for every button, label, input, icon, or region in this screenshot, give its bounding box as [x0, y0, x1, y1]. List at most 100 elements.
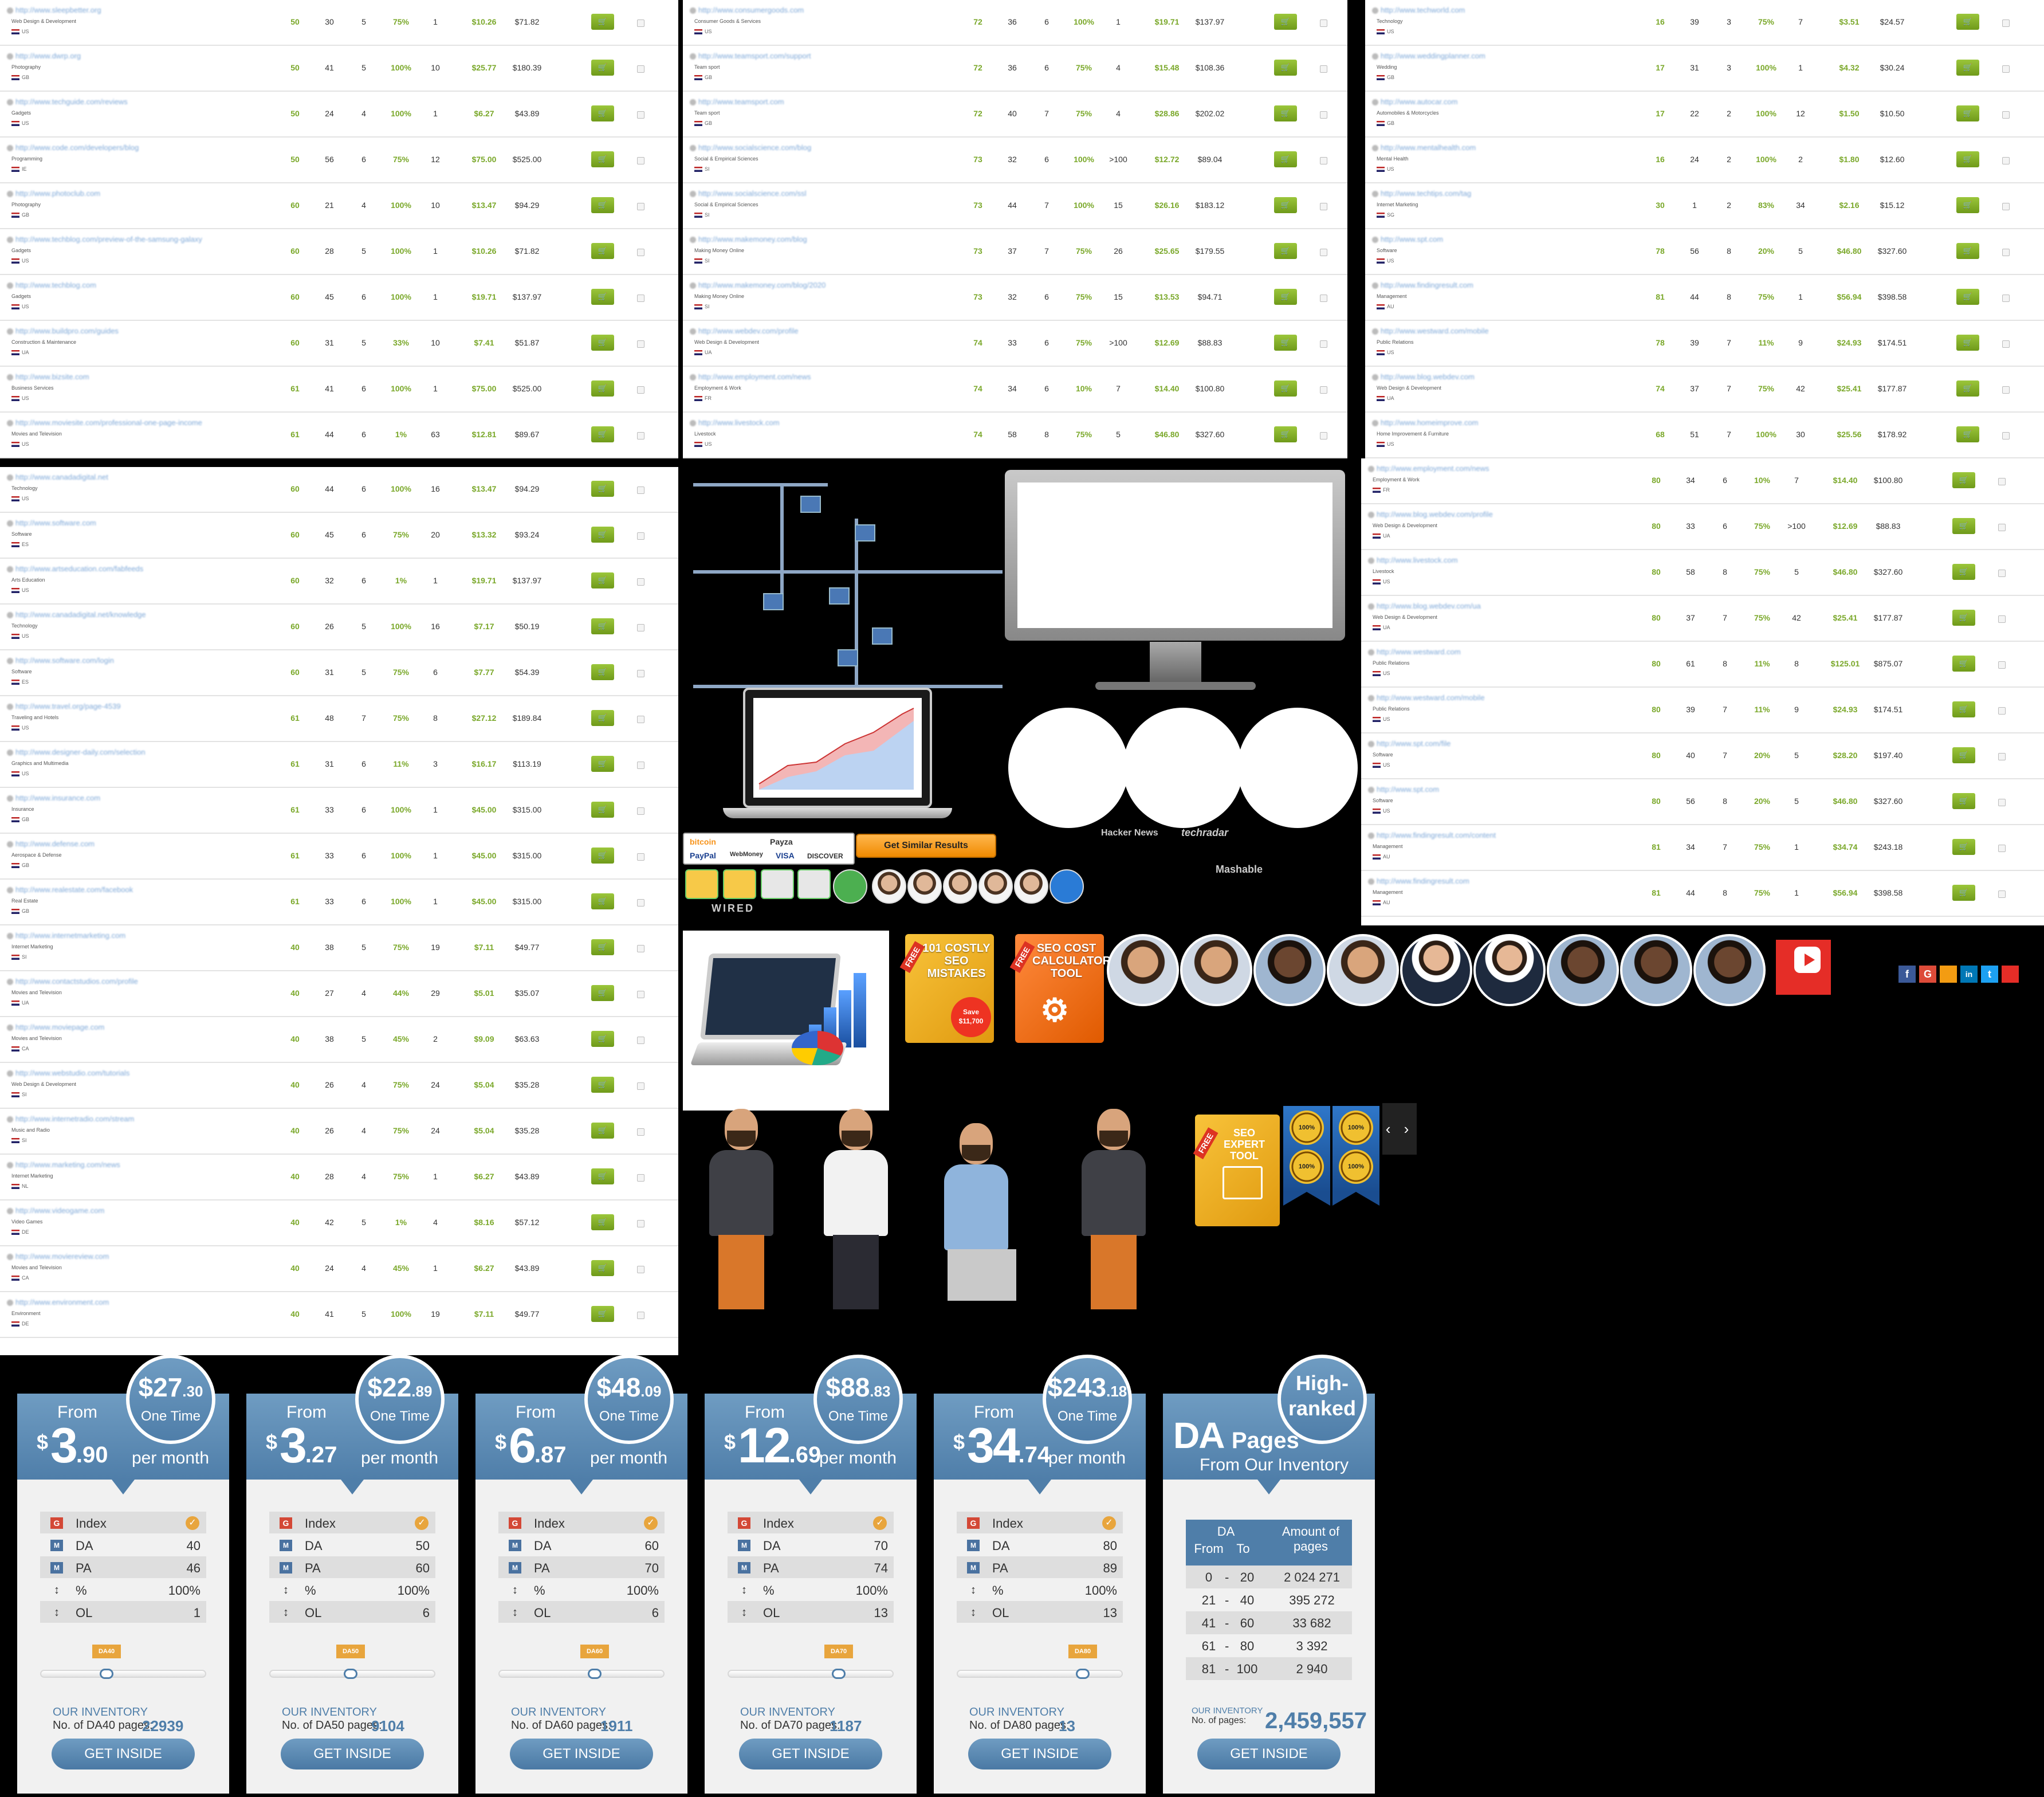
- get-inside-button[interactable]: GET INSIDE: [1197, 1739, 1341, 1769]
- site-url-link[interactable]: http://www.teamsport.com: [690, 97, 942, 107]
- cart-button[interactable]: 🛒: [1274, 426, 1297, 442]
- cart-button[interactable]: 🛒: [591, 1031, 614, 1047]
- google-plus-icon[interactable]: G: [1919, 966, 1936, 983]
- select-checkbox[interactable]: [1320, 157, 1327, 164]
- site-url-link[interactable]: http://www.photoclub.com: [7, 189, 259, 198]
- select-checkbox[interactable]: [637, 1220, 644, 1227]
- site-url-link[interactable]: http://www.code.com/developers/blog: [7, 143, 259, 152]
- site-url-link[interactable]: http://www.canadadigital.net/knowledge: [7, 610, 259, 619]
- site-url-link[interactable]: http://www.canadadigital.net: [7, 473, 259, 482]
- site-url-link[interactable]: http://www.travel.org/page-4539: [7, 702, 259, 711]
- select-checkbox[interactable]: [2002, 295, 2010, 302]
- cart-button[interactable]: 🛒: [1274, 197, 1297, 213]
- site-url-link[interactable]: http://www.homeimprove.com: [1372, 418, 1624, 427]
- cart-button[interactable]: 🛒: [1274, 60, 1297, 76]
- cart-button[interactable]: 🛒: [591, 151, 614, 167]
- select-checkbox[interactable]: [2002, 157, 2010, 164]
- select-checkbox[interactable]: [2002, 111, 2010, 119]
- cart-button[interactable]: 🛒: [1956, 289, 1979, 305]
- slider-handle[interactable]: [344, 1669, 357, 1679]
- facebook-icon[interactable]: f: [1898, 966, 1916, 983]
- cart-button[interactable]: 🛒: [1952, 839, 1975, 855]
- get-similar-results-button[interactable]: Get Similar Results: [856, 834, 996, 858]
- seo-mistakes-ebook-box[interactable]: FREE 101 COSTLY SEO MISTAKES Save $11,70…: [899, 934, 994, 1043]
- site-url-link[interactable]: http://www.spt.com: [1368, 785, 1620, 794]
- site-url-link[interactable]: http://www.contactstudios.com/profile: [7, 977, 259, 986]
- select-checkbox[interactable]: [1998, 478, 2006, 485]
- cart-button[interactable]: 🛒: [591, 939, 614, 955]
- cart-button[interactable]: 🛒: [591, 289, 614, 305]
- cart-button[interactable]: 🛒: [1956, 426, 1979, 442]
- get-inside-button[interactable]: GET INSIDE: [739, 1739, 882, 1769]
- cart-button[interactable]: 🛒: [1274, 380, 1297, 397]
- select-checkbox[interactable]: [637, 203, 644, 210]
- select-checkbox[interactable]: [637, 1128, 644, 1136]
- cart-button[interactable]: 🛒: [1274, 105, 1297, 121]
- select-checkbox[interactable]: [637, 157, 644, 164]
- get-inside-button[interactable]: GET INSIDE: [510, 1739, 653, 1769]
- select-checkbox[interactable]: [2002, 340, 2010, 348]
- cart-button[interactable]: 🛒: [591, 481, 614, 497]
- site-url-link[interactable]: http://www.videogame.com: [7, 1206, 259, 1215]
- select-checkbox[interactable]: [1998, 524, 2006, 531]
- slider-track[interactable]: [498, 1670, 665, 1678]
- cart-button[interactable]: 🛒: [1956, 60, 1979, 76]
- cart-button[interactable]: 🛒: [591, 664, 614, 680]
- site-url-link[interactable]: http://www.blog.webdev.com: [1372, 372, 1624, 382]
- linkedin-icon[interactable]: in: [1960, 966, 1978, 983]
- cart-button[interactable]: 🛒: [591, 756, 614, 772]
- cart-button[interactable]: 🛒: [591, 335, 614, 351]
- cart-button[interactable]: 🛒: [591, 802, 614, 818]
- select-checkbox[interactable]: [2002, 19, 2010, 27]
- site-url-link[interactable]: http://www.consumergoods.com: [690, 6, 942, 15]
- cart-button[interactable]: 🛒: [591, 572, 614, 588]
- select-checkbox[interactable]: [1998, 661, 2006, 669]
- site-url-link[interactable]: http://www.designer-daily.com/selection: [7, 748, 259, 757]
- site-url-link[interactable]: http://www.techblog.com/preview-of-the-s…: [7, 235, 259, 244]
- cart-button[interactable]: 🛒: [1952, 656, 1975, 672]
- select-checkbox[interactable]: [637, 945, 644, 952]
- select-checkbox[interactable]: [2002, 203, 2010, 210]
- site-url-link[interactable]: http://www.employment.com/news: [1368, 464, 1620, 473]
- cart-button[interactable]: 🛒: [1274, 14, 1297, 30]
- site-url-link[interactable]: http://www.dwrp.org: [7, 52, 259, 61]
- select-checkbox[interactable]: [637, 486, 644, 494]
- get-inside-button[interactable]: GET INSIDE: [52, 1739, 195, 1769]
- cart-button[interactable]: 🛒: [591, 380, 614, 397]
- select-checkbox[interactable]: [1998, 753, 2006, 760]
- site-url-link[interactable]: http://www.software.com: [7, 519, 259, 528]
- cart-button[interactable]: 🛒: [591, 426, 614, 442]
- cart-button[interactable]: 🛒: [1952, 793, 1975, 809]
- carousel-arrows-icon[interactable]: ‹ ›: [1382, 1103, 1417, 1155]
- cart-button[interactable]: 🛒: [1952, 885, 1975, 901]
- site-url-link[interactable]: http://www.webstudio.com/tutorials: [7, 1069, 259, 1078]
- slider-handle[interactable]: [100, 1669, 113, 1679]
- site-url-link[interactable]: http://www.socialscience.com/ssl: [690, 189, 942, 198]
- select-checkbox[interactable]: [637, 899, 644, 907]
- select-checkbox[interactable]: [1320, 386, 1327, 394]
- select-checkbox[interactable]: [2002, 249, 2010, 256]
- cart-button[interactable]: 🛒: [1952, 610, 1975, 626]
- da-slider[interactable]: DA70: [728, 1645, 894, 1681]
- select-checkbox[interactable]: [1320, 111, 1327, 119]
- site-url-link[interactable]: http://www.weddingplanner.com: [1372, 52, 1624, 61]
- site-url-link[interactable]: http://www.findingresult.com/content: [1368, 831, 1620, 840]
- site-url-link[interactable]: http://www.findingresult.com: [1368, 877, 1620, 886]
- cart-button[interactable]: 🛒: [1952, 747, 1975, 763]
- site-url-link[interactable]: http://www.spt.com: [1372, 235, 1624, 244]
- cart-button[interactable]: 🛒: [1956, 243, 1979, 259]
- site-url-link[interactable]: http://www.livestock.com: [1368, 556, 1620, 565]
- select-checkbox[interactable]: [1320, 340, 1327, 348]
- select-checkbox[interactable]: [2002, 432, 2010, 440]
- site-url-link[interactable]: http://www.techguide.com/reviews: [7, 97, 259, 107]
- select-checkbox[interactable]: [1320, 432, 1327, 440]
- site-url-link[interactable]: http://www.blog.webdev.com/profile: [1368, 510, 1620, 519]
- cart-button[interactable]: 🛒: [1274, 289, 1297, 305]
- cart-button[interactable]: 🛒: [1952, 701, 1975, 717]
- select-checkbox[interactable]: [1320, 295, 1327, 302]
- slider-track[interactable]: [728, 1670, 894, 1678]
- select-checkbox[interactable]: [637, 762, 644, 769]
- select-checkbox[interactable]: [637, 853, 644, 861]
- slider-handle[interactable]: [832, 1669, 846, 1679]
- select-checkbox[interactable]: [637, 807, 644, 815]
